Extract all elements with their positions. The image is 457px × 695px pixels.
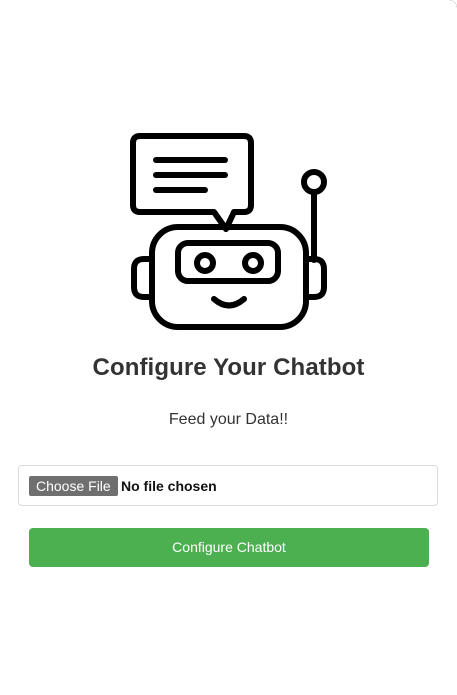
configure-chatbot-button[interactable]: Configure Chatbot	[29, 528, 429, 567]
page: Configure Your Chatbot Feed your Data!! …	[0, 0, 457, 695]
page-subtitle: Feed your Data!!	[168, 411, 289, 428]
speech-bubble-icon	[130, 133, 254, 232]
antenna-tip-icon	[301, 169, 327, 195]
file-status-label: No file chosen	[121, 478, 217, 494]
robot-eye-icon	[194, 252, 216, 274]
page-title: Configure Your Chatbot	[92, 354, 365, 381]
robot-eye-icon	[242, 252, 264, 274]
robot-chatbot-icon	[130, 133, 327, 330]
choose-file-button[interactable]: Choose File	[29, 476, 118, 496]
window-corner-mask	[441, 0, 457, 16]
robot-smile-icon	[211, 296, 247, 309]
file-input[interactable]: Choose File No file chosen	[18, 465, 438, 506]
